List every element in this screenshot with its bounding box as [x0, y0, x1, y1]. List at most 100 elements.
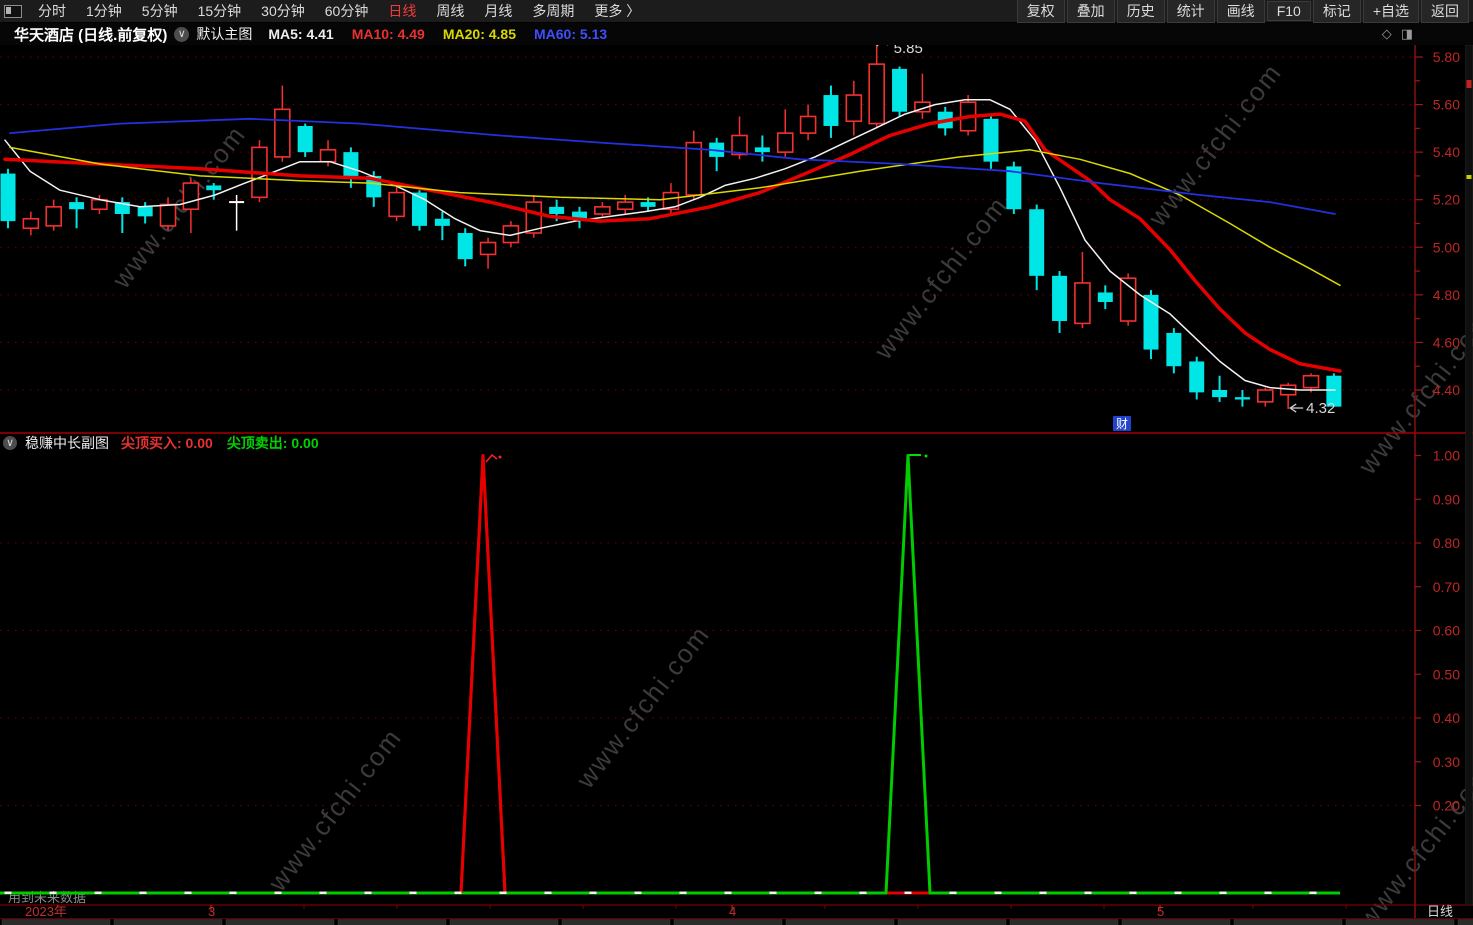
candle-body — [1189, 361, 1205, 393]
candle-body — [983, 118, 999, 162]
zero-tick — [364, 891, 372, 894]
candle-body — [297, 125, 313, 153]
bottom-stub-cell[interactable] — [225, 919, 335, 925]
candle[interactable] — [776, 109, 794, 157]
menu-item-period[interactable]: 月线 — [484, 1, 512, 21]
bottom-stub-cell[interactable] — [561, 919, 671, 925]
bottom-stub-cell[interactable] — [1345, 919, 1455, 925]
menu-item-tool[interactable]: F10 — [1266, 1, 1311, 21]
candle[interactable] — [45, 199, 63, 231]
candle[interactable] — [1052, 271, 1068, 333]
bottom-stub-cell[interactable] — [673, 919, 783, 925]
bottom-stub-cell[interactable] — [1121, 919, 1231, 925]
menu-item-period[interactable]: 15分钟 — [198, 1, 242, 21]
candle[interactable] — [388, 185, 405, 222]
candle[interactable] — [1143, 290, 1159, 360]
scrollbar-thumb[interactable] — [1466, 80, 1472, 88]
date-label: 4 — [729, 904, 736, 919]
sub-axis-label: 0.30 — [1433, 754, 1460, 770]
candle-body — [640, 202, 656, 207]
bottom-stub-cell[interactable] — [1009, 919, 1119, 925]
zero-tick — [229, 891, 237, 894]
sub-axis-label: 1.00 — [1433, 448, 1460, 464]
menu-item-tool[interactable]: 叠加 — [1066, 0, 1115, 23]
main-view-label[interactable]: 默认主图 — [196, 24, 252, 44]
candle[interactable] — [457, 228, 473, 267]
ma-values: MA5: 4.41 MA10: 4.49 MA20: 4.85 MA60: 5.13 — [268, 26, 625, 42]
candle[interactable] — [892, 66, 908, 117]
window-icon[interactable] — [4, 4, 22, 18]
candle[interactable] — [616, 194, 634, 214]
candle-body — [457, 233, 473, 260]
candle[interactable] — [1212, 375, 1228, 402]
bottom-stub-cell[interactable] — [1457, 919, 1473, 925]
bottom-stub-cell[interactable] — [1233, 919, 1343, 925]
menu-item-tool[interactable]: 复权 — [1016, 0, 1065, 23]
candle[interactable] — [823, 85, 839, 138]
candle[interactable] — [594, 202, 611, 217]
candle[interactable] — [297, 123, 313, 157]
candle[interactable] — [1097, 285, 1113, 310]
zero-tick — [1219, 891, 1227, 894]
candle[interactable] — [914, 73, 931, 119]
candle[interactable] — [1074, 252, 1091, 329]
candle[interactable] — [1166, 328, 1182, 374]
menu-item-period[interactable]: 60分钟 — [325, 1, 369, 21]
sub-axis-label: 0.70 — [1433, 579, 1460, 595]
candle-body — [206, 185, 222, 191]
menu-item-tool[interactable]: 标记 — [1312, 0, 1361, 23]
candle[interactable] — [799, 104, 817, 141]
candle-body — [594, 206, 611, 215]
candle[interactable] — [1257, 387, 1274, 407]
signal-line-spike — [459, 454, 507, 894]
split-panel-icon[interactable]: ◨ — [1401, 26, 1413, 42]
candle[interactable] — [22, 211, 40, 236]
candle[interactable] — [434, 211, 450, 241]
menu-item-period[interactable]: 更多 〉 — [594, 1, 640, 21]
bottom-stub-cell[interactable] — [897, 919, 1007, 925]
candle[interactable] — [182, 178, 200, 234]
candle[interactable] — [709, 137, 725, 172]
candle[interactable] — [69, 197, 85, 229]
menu-item-tool[interactable]: 统计 — [1166, 0, 1215, 23]
bottom-stub-cell[interactable] — [337, 919, 447, 925]
menu-item-tool[interactable]: 历史 — [1116, 0, 1165, 23]
zero-tick — [49, 891, 57, 894]
candle[interactable] — [754, 135, 770, 162]
candle[interactable] — [1234, 389, 1250, 407]
bottom-stub-cell[interactable] — [449, 919, 559, 925]
candle-body — [69, 202, 85, 210]
menu-item-period[interactable]: 分时 — [38, 1, 66, 21]
menu-item-period[interactable]: 5分钟 — [142, 1, 178, 21]
chevron-down-icon[interactable]: ∨ — [174, 26, 190, 42]
indicator-name[interactable]: 稳赚中长副图 — [25, 433, 109, 453]
candle[interactable] — [1189, 356, 1205, 400]
candle[interactable] — [1006, 161, 1022, 214]
candle[interactable] — [274, 85, 291, 162]
bottom-stub-cell[interactable] — [113, 919, 223, 925]
diamond-icon[interactable]: ◇ — [1382, 26, 1392, 42]
menu-item-period[interactable]: 30分钟 — [261, 1, 305, 21]
menu-item-tool[interactable]: 返回 — [1421, 0, 1469, 23]
candle[interactable] — [868, 45, 885, 129]
menu-item-tool[interactable]: 画线 — [1216, 0, 1265, 23]
menu-item-period[interactable]: 日线 — [388, 1, 416, 21]
menu-item-period[interactable]: 周线 — [436, 1, 464, 21]
candle[interactable] — [685, 130, 703, 200]
menu-item-period[interactable]: 1分钟 — [86, 1, 122, 21]
bottom-stub-cell[interactable] — [785, 919, 895, 925]
candle[interactable] — [229, 194, 245, 231]
chevron-down-icon[interactable]: ∨ — [3, 436, 17, 450]
menu-item-period[interactable]: 多周期 — [532, 1, 574, 21]
event-badge[interactable]: 财 — [1113, 416, 1131, 431]
candle[interactable] — [983, 114, 999, 169]
bottom-stub-cell[interactable] — [1, 919, 111, 925]
candle[interactable] — [479, 237, 497, 269]
zero-tick — [814, 891, 822, 894]
candle-body — [1234, 397, 1250, 400]
menu-item-tool[interactable]: +自选 — [1362, 0, 1419, 23]
scrollbar-track[interactable] — [1465, 44, 1473, 906]
candle[interactable] — [1029, 204, 1045, 291]
candle[interactable] — [0, 168, 16, 229]
candle[interactable] — [845, 80, 863, 136]
